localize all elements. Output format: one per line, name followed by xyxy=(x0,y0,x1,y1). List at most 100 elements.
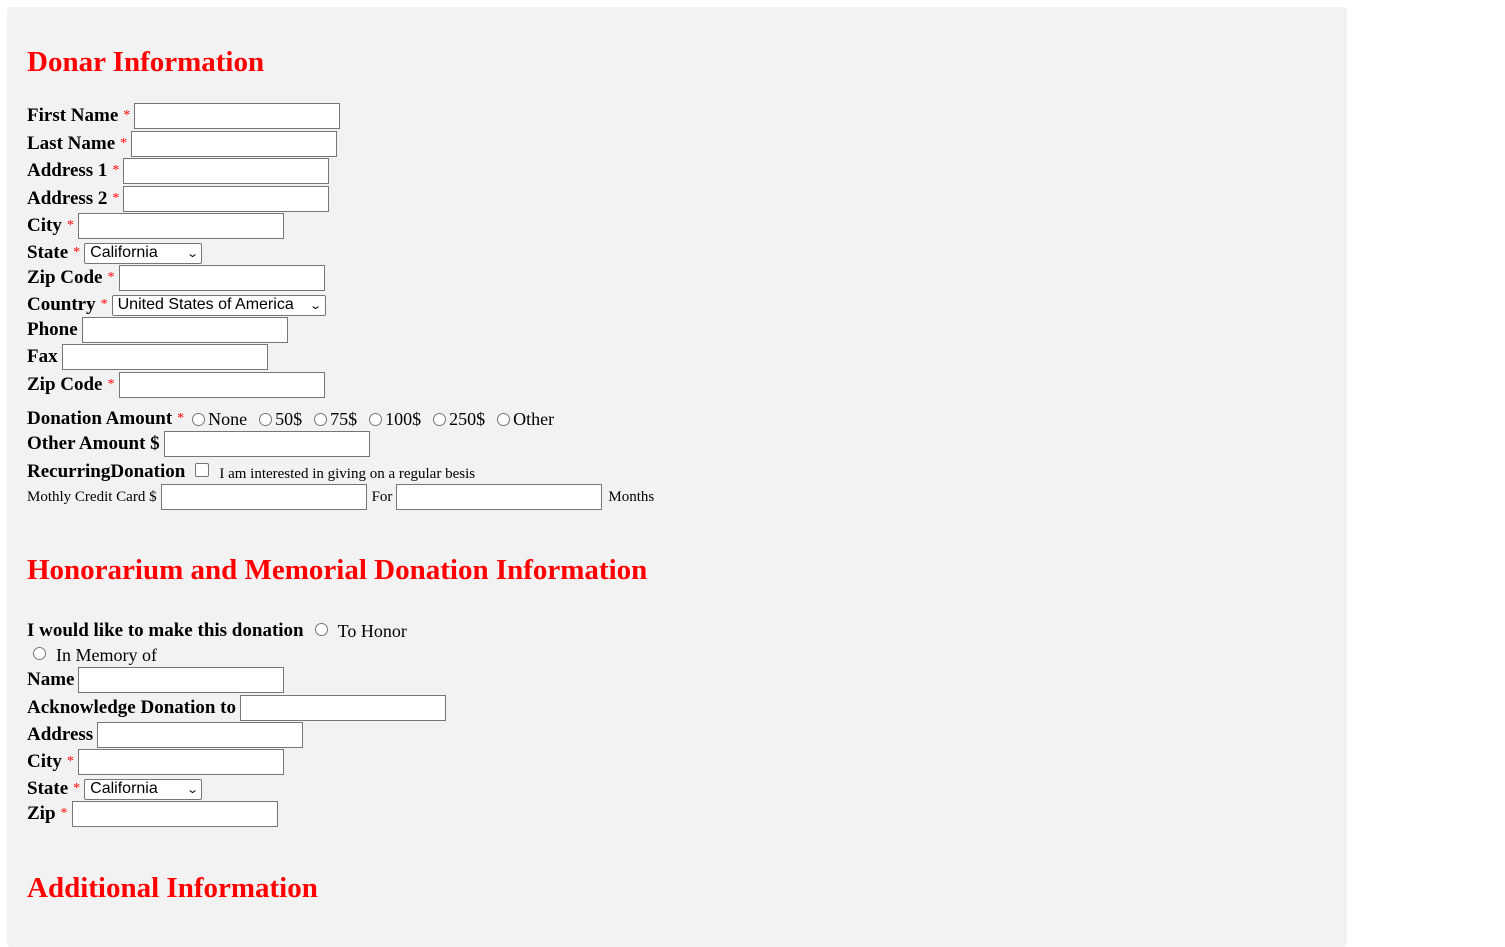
amount-250-radio[interactable] xyxy=(433,412,447,426)
address1-label: Address 1 xyxy=(27,160,108,181)
fax-label: Fax xyxy=(27,346,58,367)
acknowledge-row: Acknowledge Donation to xyxy=(27,695,447,721)
state-label: State xyxy=(27,242,69,263)
zip-input[interactable] xyxy=(118,265,325,291)
required-mark: * xyxy=(112,191,120,206)
honor-state-select-value: California xyxy=(90,780,158,797)
recurring-row: RecurringDonation I am interested in giv… xyxy=(27,459,475,485)
to-honor-label: To Honor xyxy=(337,620,407,641)
donation-amount-row: Donation Amount * None 50$ 75$ 100$ 250$… xyxy=(27,406,554,432)
zip-label: Zip Code xyxy=(27,267,103,288)
phone-label: Phone xyxy=(27,319,78,340)
honor-zip-row: Zip * xyxy=(27,801,278,827)
required-mark: * xyxy=(73,781,81,796)
honor-state-select[interactable]: California ⌄ xyxy=(84,778,203,800)
fax-input[interactable] xyxy=(61,344,268,370)
amount-none-label: None xyxy=(208,408,248,429)
address2-row: Address 2 * xyxy=(27,186,330,212)
address1-row: Address 1 * xyxy=(27,158,330,184)
honor-state-row: State * California ⌄ xyxy=(27,776,203,802)
recurring-checkbox[interactable] xyxy=(195,463,210,477)
amount-other-radio[interactable] xyxy=(497,412,511,426)
in-memory-row: In Memory of xyxy=(33,642,157,668)
honor-name-input[interactable] xyxy=(78,667,285,693)
other-amount-input[interactable] xyxy=(163,431,370,457)
zip2-row: Zip Code * xyxy=(27,372,325,398)
state-row: State * California ⌄ xyxy=(27,240,203,266)
first-name-label: First Name xyxy=(27,105,119,126)
recurring-text: I am interested in giving on a regular b… xyxy=(219,465,476,482)
honor-city-label: City xyxy=(27,751,62,772)
honor-name-label: Name xyxy=(27,669,75,690)
required-mark: * xyxy=(120,136,128,151)
country-select[interactable]: United States of America ⌄ xyxy=(111,294,326,316)
amount-100-radio[interactable] xyxy=(369,412,383,426)
phone-row: Phone xyxy=(27,317,288,343)
honor-zip-input[interactable] xyxy=(71,801,278,827)
address1-input[interactable] xyxy=(123,158,330,184)
required-mark: * xyxy=(66,754,74,769)
zip2-input[interactable] xyxy=(118,372,325,398)
required-mark: * xyxy=(107,270,115,285)
required-mark: * xyxy=(123,108,131,123)
amount-none-radio[interactable] xyxy=(192,412,206,426)
address2-input[interactable] xyxy=(123,186,330,212)
chevron-down-icon: ⌄ xyxy=(186,247,199,260)
amount-250-label: 250$ xyxy=(449,408,486,429)
monthly-card-input[interactable] xyxy=(160,484,367,510)
state-select[interactable]: California ⌄ xyxy=(84,242,203,264)
in-memory-label: In Memory of xyxy=(56,644,157,665)
acknowledge-input[interactable] xyxy=(240,695,447,721)
country-label: Country xyxy=(27,294,96,315)
honor-city-row: City * xyxy=(27,749,284,775)
amount-50-radio[interactable] xyxy=(259,412,273,426)
required-mark: * xyxy=(100,297,108,312)
required-mark: * xyxy=(60,806,68,821)
last-name-input[interactable] xyxy=(131,131,338,157)
required-mark: * xyxy=(177,411,185,426)
honor-heading: Honorarium and Memorial Donation Informa… xyxy=(27,554,648,586)
in-memory-radio[interactable] xyxy=(33,646,46,660)
recurring-label: RecurringDonation xyxy=(27,461,186,482)
city-input[interactable] xyxy=(77,213,284,239)
first-name-input[interactable] xyxy=(134,103,341,129)
honor-city-input[interactable] xyxy=(77,749,284,775)
city-row: City * xyxy=(27,213,284,239)
last-name-row: Last Name * xyxy=(27,131,338,157)
honor-address-row: Address xyxy=(27,722,304,748)
other-amount-row: Other Amount $ xyxy=(27,431,370,457)
required-mark: * xyxy=(66,218,74,233)
first-name-row: First Name * xyxy=(27,103,341,129)
form-panel: Donar Information First Name * Last Name… xyxy=(7,7,1347,947)
amount-75-label: 75$ xyxy=(330,408,358,429)
last-name-label: Last Name xyxy=(27,133,116,154)
required-mark: * xyxy=(73,245,81,260)
chevron-down-icon: ⌄ xyxy=(186,783,199,796)
amount-other-label: Other xyxy=(513,408,555,429)
additional-heading: Additional Information xyxy=(27,872,318,904)
amount-75-radio[interactable] xyxy=(314,412,328,426)
country-select-value: United States of America xyxy=(117,296,294,313)
honor-state-label: State xyxy=(27,778,69,799)
monthly-card-label: Mothly Credit Card $ xyxy=(27,488,157,505)
acknowledge-label: Acknowledge Donation to xyxy=(27,697,237,718)
phone-input[interactable] xyxy=(81,317,288,343)
required-mark: * xyxy=(107,377,115,392)
honor-name-row: Name xyxy=(27,667,285,693)
country-row: Country * United States of America ⌄ xyxy=(27,292,326,318)
chevron-down-icon: ⌄ xyxy=(309,299,323,312)
zip2-label: Zip Code xyxy=(27,374,103,395)
zip-row: Zip Code * xyxy=(27,265,325,291)
make-donation-row: I would like to make this donation To Ho… xyxy=(27,618,407,644)
honor-address-input[interactable] xyxy=(97,722,304,748)
amount-50-label: 50$ xyxy=(275,408,303,429)
months-input[interactable] xyxy=(396,484,603,510)
donor-heading: Donar Information xyxy=(27,46,265,78)
required-mark: * xyxy=(112,163,120,178)
for-label: For xyxy=(371,488,393,505)
address2-label: Address 2 xyxy=(27,188,108,209)
amount-100-label: 100$ xyxy=(385,408,422,429)
to-honor-radio[interactable] xyxy=(314,622,328,636)
monthly-card-row: Mothly Credit Card $ For Months xyxy=(27,484,654,510)
honor-address-label: Address xyxy=(27,724,94,745)
